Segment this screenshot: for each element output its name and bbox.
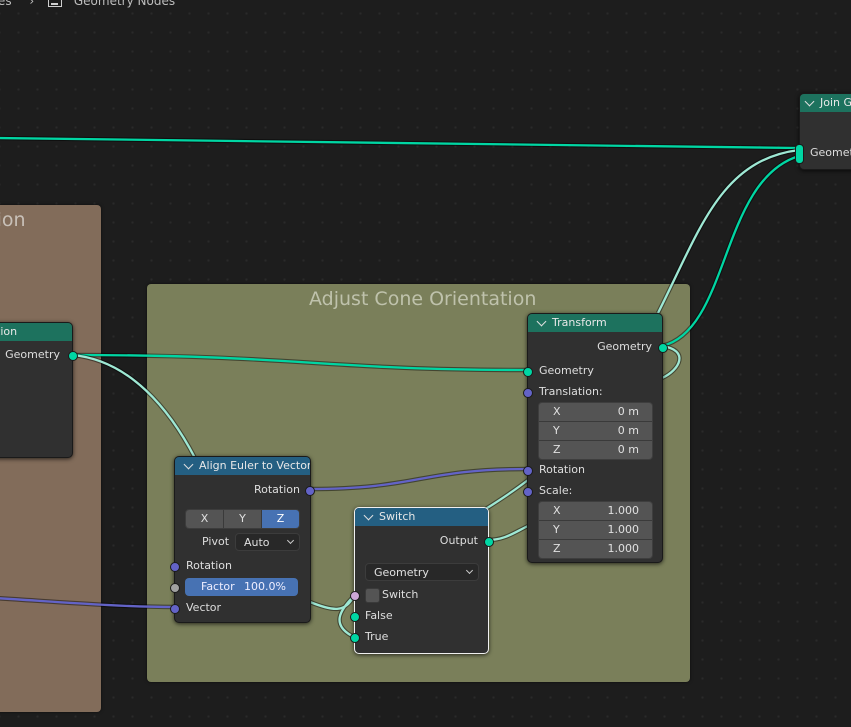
- frame-title: sition: [0, 209, 26, 231]
- translation-y-field[interactable]: Y0 m: [539, 422, 652, 441]
- axis-y-button[interactable]: Y: [224, 510, 262, 528]
- scale-fields: X 1.000 Y 1.000 Z 1.000: [538, 501, 653, 559]
- breadcrumb: Nodes › Geometry Nodes: [0, 0, 175, 8]
- scale-z-value: 1.000: [607, 542, 640, 555]
- scale-z-field[interactable]: Z 1.000: [539, 540, 652, 558]
- socket-scale-input[interactable]: [523, 487, 533, 497]
- breadcrumb-item-geometry-nodes[interactable]: Geometry Nodes: [74, 0, 175, 8]
- output-geometry-label: Geometry: [597, 340, 652, 353]
- scale-x-value: 1.000: [607, 504, 640, 517]
- output-rotation-label: Rotation: [253, 483, 300, 496]
- socket-rotation-output[interactable]: [305, 486, 315, 496]
- output-geometry-label: Geometry: [5, 348, 60, 361]
- socket-translation-input[interactable]: [523, 388, 533, 398]
- socket-geometry-multi-input[interactable]: [795, 144, 804, 164]
- node-title: Transform: [552, 316, 607, 329]
- socket-true-input[interactable]: [350, 633, 360, 643]
- node-header[interactable]: Transform: [528, 314, 662, 332]
- pivot-dropdown[interactable]: Auto: [235, 533, 300, 551]
- link-top-to-join: [0, 135, 800, 151]
- node-transform[interactable]: Transform Geometry Geometry Translation:…: [523, 313, 668, 563]
- axis-selector: X Y Z: [185, 509, 300, 529]
- scale-x-field[interactable]: X 1.000: [539, 502, 652, 521]
- node-header[interactable]: ition: [0, 323, 72, 341]
- collapse-chevron-icon[interactable]: [804, 96, 815, 107]
- translation-fields: X0 m Y0 m Z0 m: [538, 402, 653, 460]
- pivot-value: Auto: [244, 536, 270, 549]
- switch-checkbox[interactable]: [365, 588, 380, 603]
- scale-y-value: 1.000: [607, 523, 640, 536]
- socket-geometry-input[interactable]: [523, 367, 533, 377]
- input-rotation-label: Rotation: [539, 463, 586, 476]
- socket-output[interactable]: [484, 537, 494, 547]
- axis-x-button[interactable]: X: [186, 510, 224, 528]
- node-join-geometry[interactable]: Join G Geomet: [795, 93, 851, 170]
- frame-title: Adjust Cone Orientation: [309, 288, 537, 310]
- socket-rotation-input[interactable]: [523, 466, 533, 476]
- socket-rotation-input[interactable]: [170, 562, 180, 572]
- input-false-label: False: [365, 609, 393, 622]
- node-title: ition: [0, 325, 18, 338]
- translation-x-field[interactable]: X0 m: [539, 403, 652, 422]
- chevron-down-icon: [286, 536, 295, 545]
- collapse-chevron-icon[interactable]: [363, 510, 374, 521]
- translation-z-value: 0 m: [617, 443, 639, 456]
- socket-factor-input[interactable]: [170, 583, 180, 593]
- socket-switch-input[interactable]: [350, 591, 360, 601]
- socket-false-input[interactable]: [350, 612, 360, 622]
- input-translation-label: Translation:: [539, 385, 603, 398]
- link-top-to-join: [0, 136, 800, 150]
- factor-value: 100.0%: [244, 580, 286, 593]
- translation-y-value: 0 m: [617, 424, 639, 437]
- breadcrumb-item-nodes[interactable]: Nodes: [0, 0, 12, 8]
- output-label: Output: [439, 534, 478, 547]
- node-header[interactable]: Switch: [355, 508, 488, 526]
- chevron-right-icon: ›: [29, 0, 35, 8]
- input-rotation-label: Rotation: [186, 559, 233, 572]
- switch-type-value: Geometry: [374, 566, 429, 579]
- factor-label: Factor: [201, 580, 235, 593]
- node-header[interactable]: Align Euler to Vector: [175, 457, 310, 475]
- pivot-label: Pivot: [202, 535, 230, 548]
- node-switch[interactable]: Switch Output Geometry Switch False True: [350, 507, 494, 654]
- node-title: Join G: [820, 96, 851, 109]
- frame-position[interactable]: sition: [0, 205, 101, 712]
- input-vector-label: Vector: [186, 601, 222, 614]
- input-true-label: True: [365, 630, 389, 643]
- scale-y-field[interactable]: Y 1.000: [539, 521, 652, 540]
- collapse-chevron-icon[interactable]: [536, 316, 547, 327]
- node-tree-icon: [48, 0, 63, 7]
- input-switch-label: Switch: [382, 588, 419, 601]
- node-header[interactable]: Join G: [800, 94, 851, 112]
- chevron-down-icon: [465, 566, 474, 575]
- input-geometry-label: Geomet: [810, 146, 851, 159]
- node-set-position[interactable]: ition Geometry: [0, 322, 78, 458]
- collapse-chevron-icon[interactable]: [183, 459, 194, 470]
- node-title: Switch: [379, 510, 416, 523]
- socket-geometry-output[interactable]: [68, 351, 78, 361]
- socket-vector-input[interactable]: [170, 604, 180, 614]
- translation-z-field[interactable]: Z0 m: [539, 441, 652, 459]
- node-title: Align Euler to Vector: [199, 459, 310, 472]
- node-align-euler-to-vector[interactable]: Align Euler to Vector Rotation X Y Z Piv…: [170, 456, 315, 623]
- input-scale-label: Scale:: [539, 484, 573, 497]
- input-geometry-label: Geometry: [539, 364, 594, 377]
- factor-slider[interactable]: Factor 100.0%: [185, 578, 298, 596]
- socket-geometry-output[interactable]: [658, 343, 668, 353]
- translation-x-value: 0 m: [617, 405, 639, 418]
- switch-type-dropdown[interactable]: Geometry: [365, 563, 479, 581]
- axis-z-button[interactable]: Z: [262, 510, 299, 528]
